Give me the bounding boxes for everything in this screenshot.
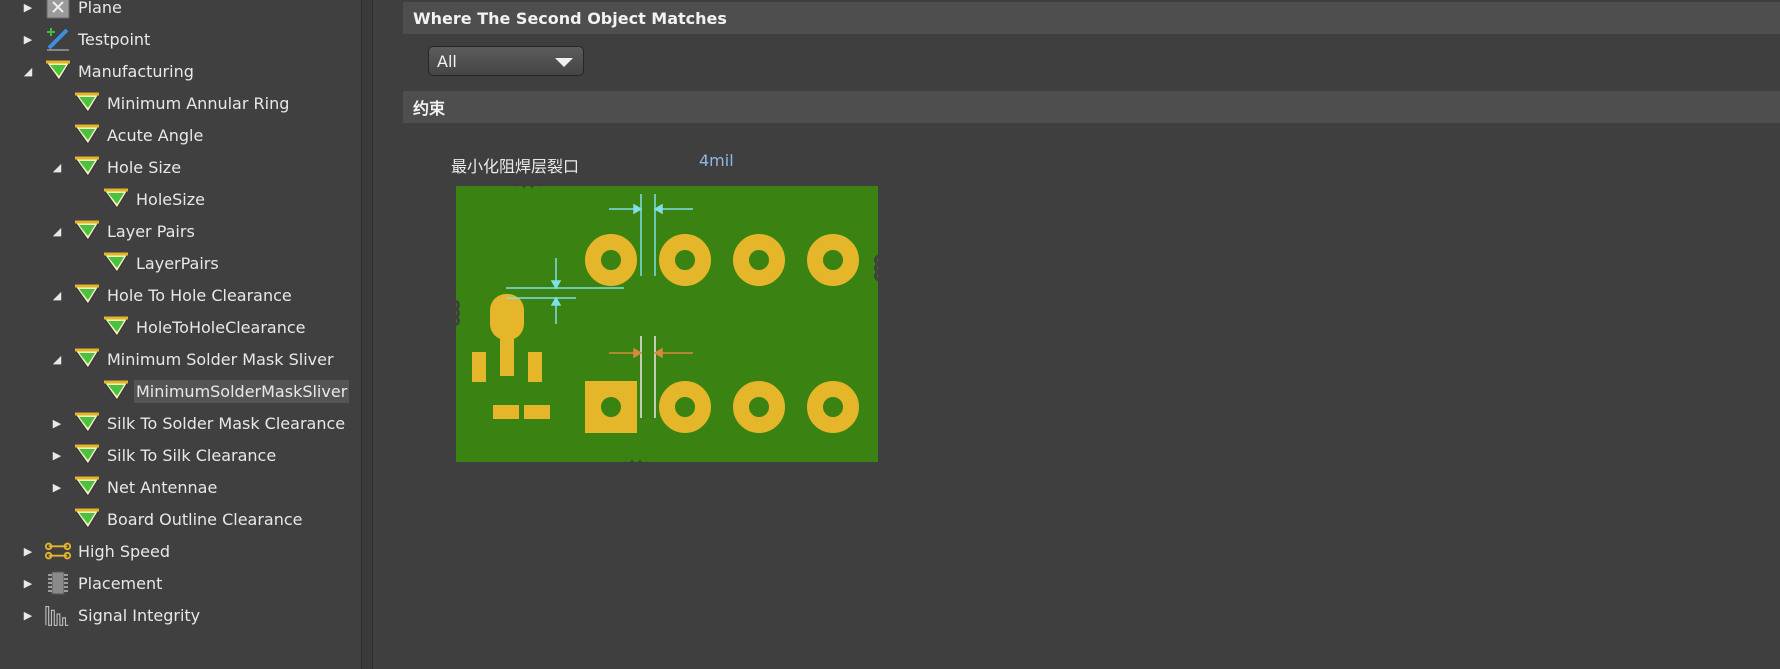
expand-arrow-icon[interactable]: ▶	[47, 445, 67, 465]
collapse-arrow-icon[interactable]: ◢	[47, 349, 67, 369]
constraint-label: 最小化阻焊层裂口	[451, 157, 580, 176]
tree-item-label: MinimumSolderMaskSliver	[134, 379, 350, 403]
plane-rule-icon	[44, 0, 72, 20]
tree-item-label: Silk To Solder Mask Clearance	[107, 413, 346, 433]
collapse-arrow-icon[interactable]: ◢	[47, 221, 67, 241]
tree-item-plane[interactable]: ▶ Plane	[18, 0, 124, 22]
testpoint-rule-icon	[44, 26, 72, 52]
tree-item-label: Net Antennae	[107, 477, 218, 497]
tree-item-label: Manufacturing	[78, 61, 194, 81]
high-speed-rule-icon	[44, 538, 72, 564]
expand-arrow-icon[interactable]: ▶	[18, 29, 38, 49]
chevron-down-icon	[555, 58, 573, 67]
tree-item-label: Signal Integrity	[78, 605, 201, 625]
rule-funnel-icon	[44, 58, 72, 84]
tree-item-label: Minimum Annular Ring	[107, 93, 290, 113]
expand-arrow-icon[interactable]: ▶	[18, 573, 38, 593]
tree-item-minimumsoldermasksliver[interactable]: MinimumSolderMaskSliver	[76, 376, 350, 406]
expand-arrow-icon[interactable]: ▶	[18, 541, 38, 561]
tree-item-hole-to-hole-clearance[interactable]: ◢ Hole To Hole Clearance	[47, 280, 294, 310]
rule-funnel-icon	[73, 346, 101, 372]
tree-item-holesize[interactable]: HoleSize	[76, 184, 207, 214]
rule-funnel-icon	[73, 282, 101, 308]
signal-integrity-rule-icon	[44, 602, 72, 628]
constraints-header: 约束	[403, 91, 1780, 123]
tree-item-layer-pairs[interactable]: ◢ Layer Pairs	[47, 216, 197, 246]
tree-item-label: Hole Size	[107, 157, 182, 177]
second-object-header: Where The Second Object Matches	[403, 2, 1780, 34]
rules-tree: ▶ Plane ▶ Testpoint ◢ Manufacturing Minimum An…	[0, 0, 362, 669]
solder-mask-sliver-diagram	[456, 186, 878, 462]
tree-item-layerpairs[interactable]: LayerPairs	[76, 248, 221, 278]
tree-item-label: HoleSize	[136, 189, 205, 209]
tree-item-label: Hole To Hole Clearance	[107, 285, 292, 305]
tree-item-hole-size[interactable]: ◢ Hole Size	[47, 152, 183, 182]
tree-item-label: LayerPairs	[136, 253, 219, 273]
tree-item-label: Minimum Solder Mask Sliver	[107, 349, 334, 369]
rule-funnel-icon	[73, 442, 101, 468]
tree-item-label: Placement	[78, 573, 163, 593]
tree-item-label: Plane	[78, 0, 122, 17]
rule-funnel-icon	[102, 314, 130, 340]
second-object-select[interactable]: All	[428, 46, 584, 76]
tree-item-high-speed[interactable]: ▶ High Speed	[18, 536, 172, 566]
tree-item-label: HoleToHoleClearance	[136, 317, 306, 337]
tree-item-minimum-annular-ring[interactable]: Minimum Annular Ring	[47, 88, 291, 118]
expand-arrow-icon[interactable]: ▶	[47, 477, 67, 497]
second-object-select-value: All	[437, 51, 457, 71]
placement-rule-icon	[44, 570, 72, 596]
tree-item-manufacturing[interactable]: ◢ Manufacturing	[18, 56, 196, 86]
rule-funnel-icon	[102, 186, 130, 212]
collapse-arrow-icon[interactable]: ◢	[47, 157, 67, 177]
tree-item-label: Acute Angle	[107, 125, 204, 145]
rule-funnel-icon	[73, 410, 101, 436]
tree-item-label: Testpoint	[78, 29, 151, 49]
rule-editor-panel: Where The Second Object Matches All 约束 最…	[373, 0, 1780, 669]
rule-funnel-icon	[73, 506, 101, 532]
panel-splitter[interactable]	[362, 0, 373, 669]
rule-funnel-icon	[73, 474, 101, 500]
tree-item-acute-angle[interactable]: Acute Angle	[47, 120, 205, 150]
tree-item-label: Board Outline Clearance	[107, 509, 303, 529]
tree-item-holetoholeclearance[interactable]: HoleToHoleClearance	[76, 312, 308, 342]
tree-item-placement[interactable]: ▶ Placement	[18, 568, 164, 598]
tree-item-label: Silk To Silk Clearance	[107, 445, 277, 465]
tree-item-label: High Speed	[78, 541, 171, 561]
tree-item-board-outline-clearance[interactable]: Board Outline Clearance	[47, 504, 305, 534]
collapse-arrow-icon[interactable]: ◢	[47, 285, 67, 305]
rule-funnel-icon	[73, 122, 101, 148]
rule-funnel-icon	[73, 218, 101, 244]
tree-item-label: Layer Pairs	[107, 221, 195, 241]
tree-item-silk-to-silk-clearance[interactable]: ▶ Silk To Silk Clearance	[47, 440, 278, 470]
rule-funnel-icon	[102, 250, 130, 276]
tree-item-net-antennae[interactable]: ▶ Net Antennae	[47, 472, 219, 502]
constraint-value-field[interactable]: 4mil	[699, 151, 734, 170]
tree-item-testpoint[interactable]: ▶ Testpoint	[18, 24, 152, 54]
tree-item-silk-to-solder-mask-clearance[interactable]: ▶ Silk To Solder Mask Clearance	[47, 408, 347, 438]
collapse-arrow-icon[interactable]: ◢	[18, 61, 38, 81]
rule-funnel-icon	[102, 378, 130, 404]
rule-funnel-icon	[73, 154, 101, 180]
tree-item-signal-integrity[interactable]: ▶ Signal Integrity	[18, 600, 202, 630]
expand-arrow-icon[interactable]: ▶	[18, 605, 38, 625]
tree-item-minimum-solder-mask-sliver[interactable]: ◢ Minimum Solder Mask Sliver	[47, 344, 336, 374]
rule-funnel-icon	[73, 90, 101, 116]
expand-arrow-icon[interactable]: ▶	[47, 413, 67, 433]
expand-arrow-icon[interactable]: ▶	[18, 0, 38, 17]
